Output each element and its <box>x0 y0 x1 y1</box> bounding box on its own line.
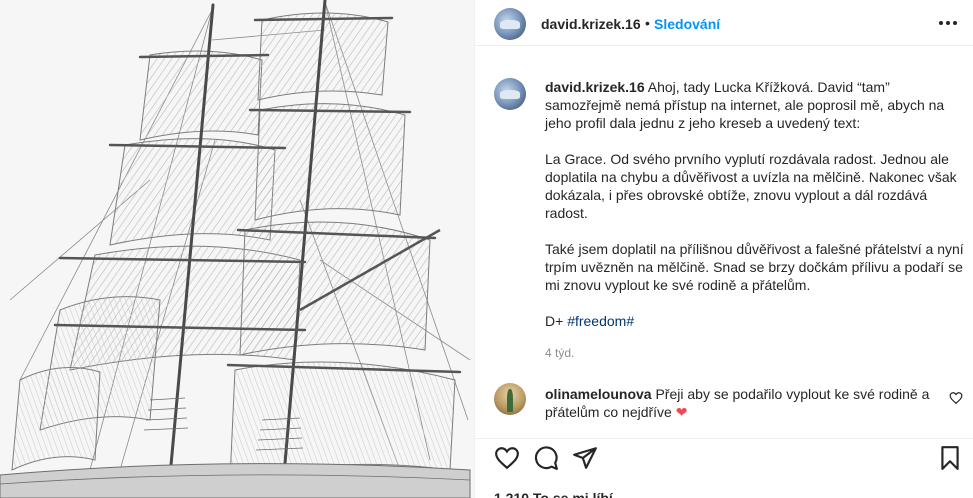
more-horizontal-icon[interactable] <box>937 13 959 33</box>
ship-drawing <box>0 0 474 498</box>
commenter-username[interactable]: olinamelounova <box>545 386 652 402</box>
caption-text: david.krizek.16 Ahoj, tady Lucka Křížkov… <box>545 78 965 330</box>
post-header: david.krizek.16 • Sledování <box>475 0 973 46</box>
caption-signoff: D+ <box>545 313 564 329</box>
heart-outline-icon[interactable] <box>494 445 520 471</box>
caption-paragraph-2: La Grace. Od svého prvního vyplutí rozdá… <box>545 151 957 221</box>
author-avatar[interactable] <box>494 8 526 40</box>
post-timestamp[interactable]: 4 týd. <box>545 346 574 360</box>
hashtag-link[interactable]: #freedom# <box>567 313 634 329</box>
likes-count[interactable]: 1 210 To se mi líbí <box>494 490 613 498</box>
comment-item: olinamelounova Přeji aby se podařilo vyp… <box>475 381 973 431</box>
header-separator: • <box>645 15 650 31</box>
comment-bubble-icon[interactable] <box>533 445 559 471</box>
small-heart-icon[interactable] <box>949 391 963 405</box>
post-side-panel: david.krizek.16 • Sledování david.krizek… <box>474 0 973 498</box>
caption-username[interactable]: david.krizek.16 <box>545 79 645 95</box>
comment-emoji: ❤ <box>675 404 688 420</box>
comment-text: olinamelounova Přeji aby se podařilo vyp… <box>545 385 935 421</box>
action-bar <box>475 438 973 478</box>
bookmark-icon[interactable] <box>937 445 963 471</box>
author-username[interactable]: david.krizek.16 <box>541 16 641 32</box>
caption-avatar[interactable] <box>494 78 526 110</box>
commenter-avatar[interactable] <box>494 383 526 415</box>
following-button[interactable]: Sledování <box>654 16 720 32</box>
post-image[interactable] <box>0 0 474 498</box>
paper-plane-icon[interactable] <box>572 445 598 471</box>
caption-paragraph-3: Také jsem doplatil na přílišnou důvěřivo… <box>545 241 964 293</box>
